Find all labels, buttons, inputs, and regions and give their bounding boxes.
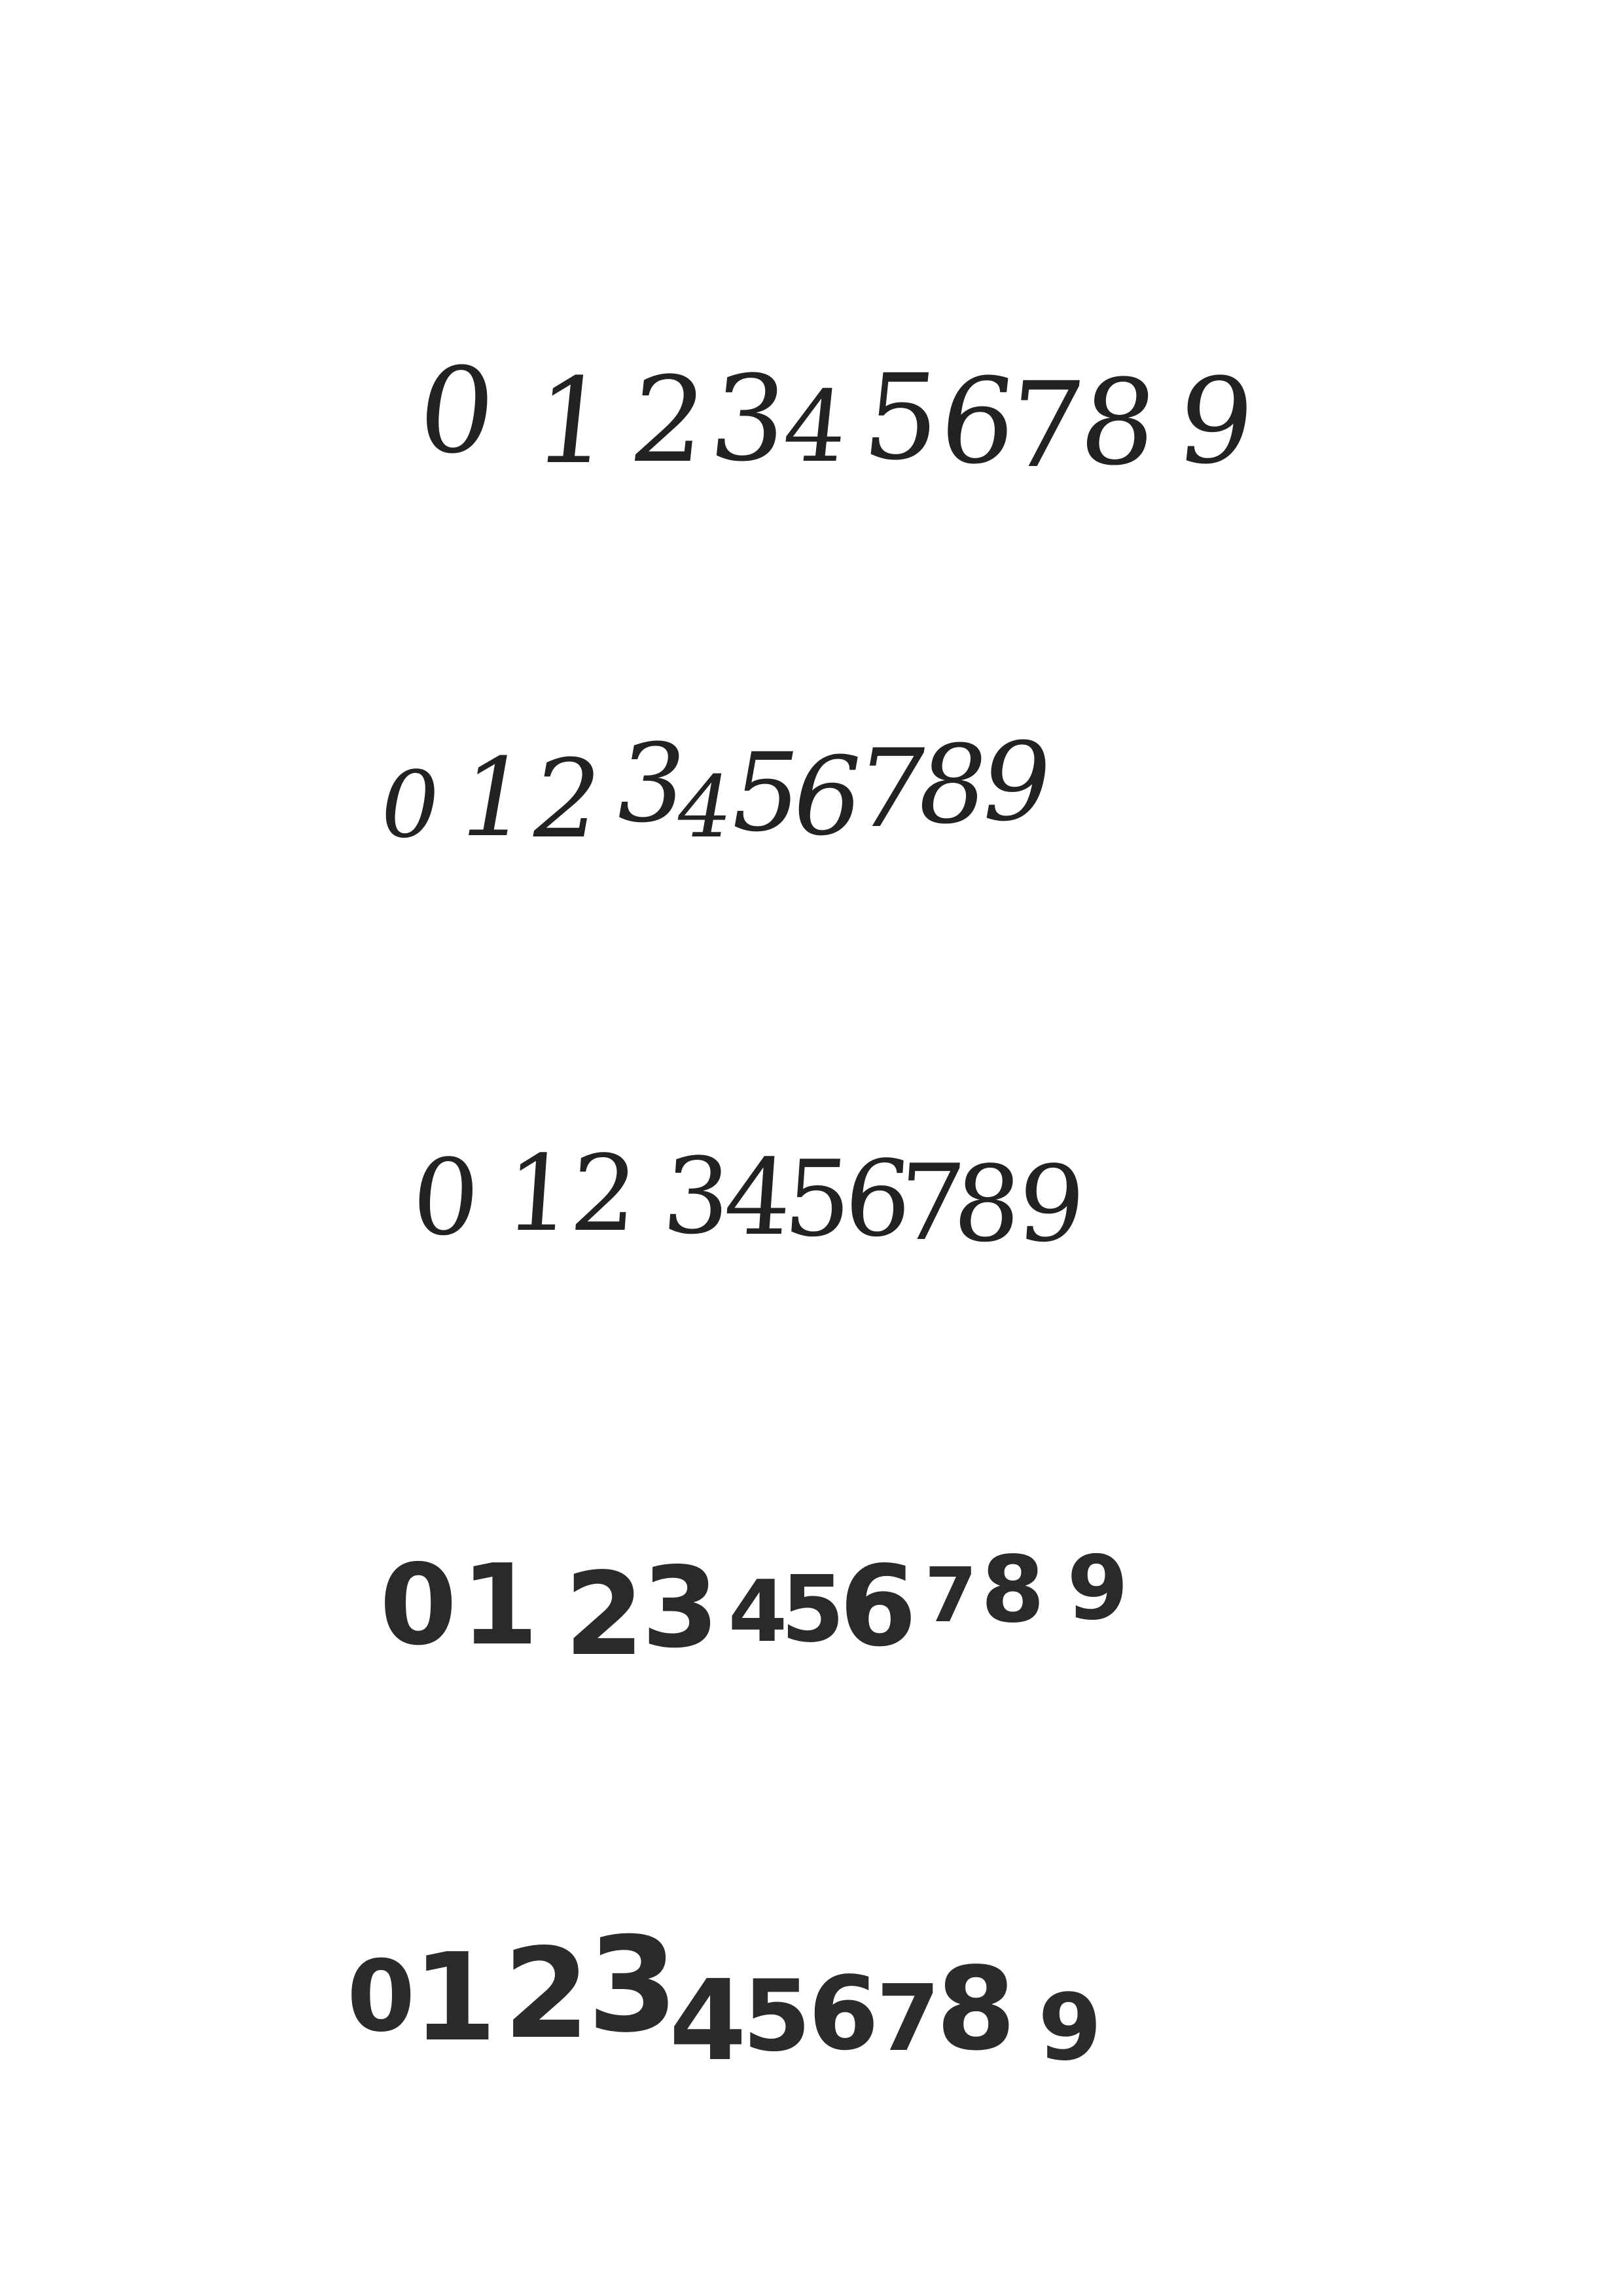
digit-row-3: 0 12 3456789: [408, 1132, 1090, 1265]
digit: 6: [808, 1954, 880, 2073]
digit: 8: [1073, 355, 1166, 492]
digit: 7: [924, 1552, 977, 1640]
digit: 3: [587, 1909, 679, 2062]
digit: 9: [1038, 1975, 1102, 2081]
digit: 2: [624, 352, 716, 489]
digit: 5: [742, 1960, 812, 2073]
digit: 0: [412, 343, 505, 480]
digit: 8: [936, 1943, 1016, 2076]
digit: 1: [461, 1541, 539, 1670]
digit: 5: [781, 1556, 845, 1663]
digit: 4: [728, 1562, 788, 1661]
digit: 2: [521, 736, 613, 862]
digit: 6: [839, 1542, 917, 1672]
digit-row-2: 0123456789: [371, 719, 1061, 862]
digit: 8: [950, 1143, 1026, 1265]
digit: 9: [1067, 1537, 1129, 1640]
digit: 5: [857, 350, 950, 486]
digit: 2: [566, 1132, 642, 1255]
digit-row-5: 012345678 9: [347, 1920, 1102, 2081]
digit-row-1: 0 123456789: [412, 343, 1264, 494]
digit: 4: [778, 370, 855, 484]
digit: 7: [876, 1965, 940, 2072]
digit: 0: [347, 1940, 416, 2054]
digit: 0: [371, 752, 449, 859]
digit: 0: [380, 1541, 457, 1670]
digit: 1: [448, 735, 540, 861]
handwritten-digit-sheet: 0 123456789 0123456789 0 12 3456789 01 23 456…: [0, 0, 1623, 2296]
digit: 8: [980, 1537, 1045, 1643]
digit: 1: [412, 1927, 497, 2068]
digit: 2: [503, 1922, 590, 2066]
digit: 0: [408, 1136, 484, 1259]
digit: 9: [1171, 353, 1264, 490]
digit-row-4: 01 23 456 78 9: [380, 1532, 1129, 1673]
digit: 1: [527, 353, 620, 490]
digit: 9: [1014, 1143, 1090, 1265]
digit: 2: [564, 1549, 645, 1681]
digit: 3: [641, 1543, 719, 1673]
digit: 4: [669, 1956, 747, 2086]
digit: 1: [501, 1132, 577, 1255]
